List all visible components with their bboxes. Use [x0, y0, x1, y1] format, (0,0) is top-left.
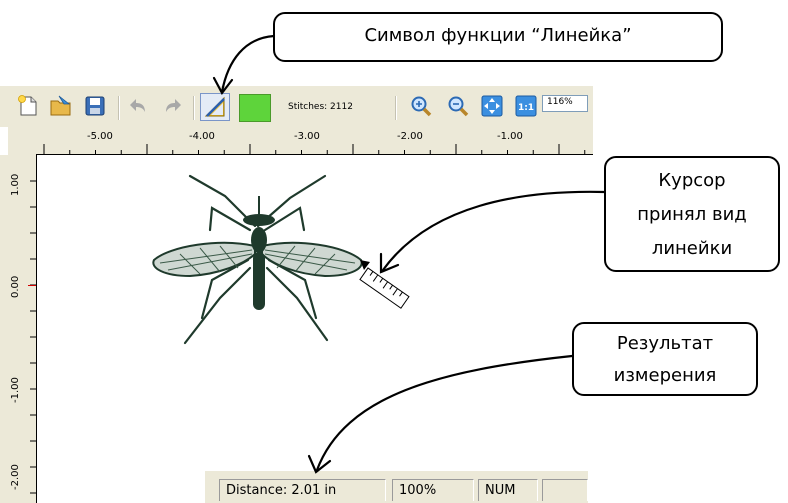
callout-arrows	[212, 34, 606, 474]
